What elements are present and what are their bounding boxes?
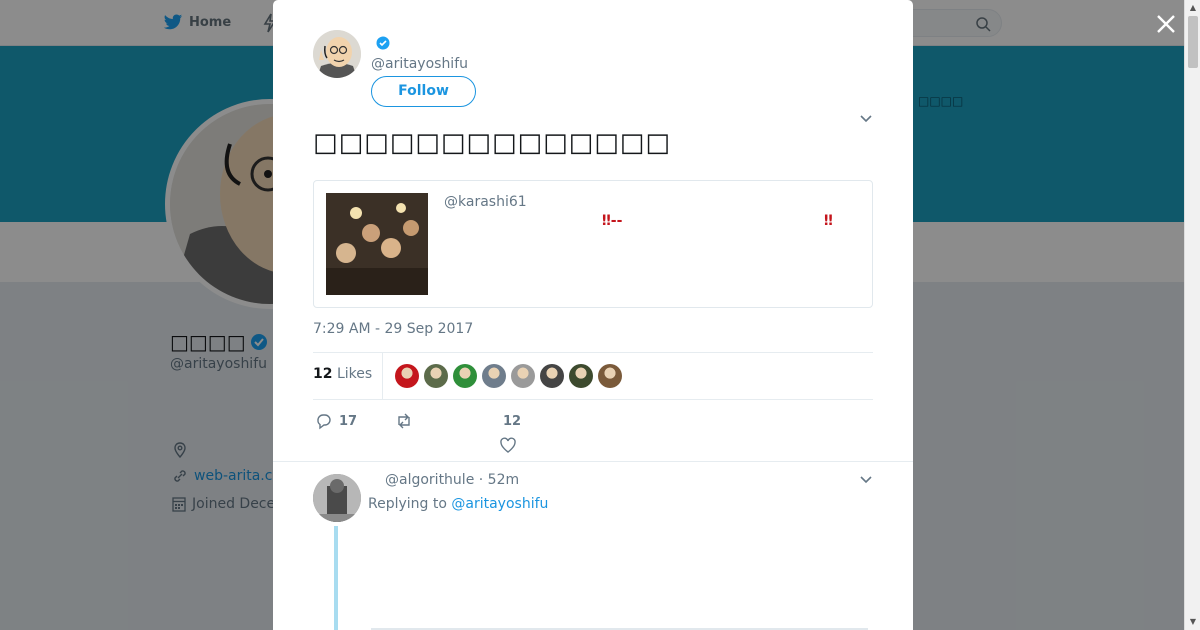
likes-count-number: 12 — [313, 366, 333, 382]
stats-divider — [382, 353, 383, 399]
reply-count: 17 — [339, 413, 358, 429]
likes-label: Likes — [336, 366, 373, 382]
scrollbar-thumb[interactable] — [1188, 16, 1198, 68]
chevron-down-icon[interactable] — [859, 112, 873, 126]
retweet-button[interactable] — [395, 412, 419, 430]
page-scrollbar[interactable]: ▲ ▼ — [1184, 0, 1200, 630]
quoted-tweet-card[interactable]: @karashi61 ‼-- ‼ — [313, 180, 873, 308]
reply-author-photo-icon — [313, 474, 361, 522]
tweet-actions: 17 12 — [313, 410, 873, 454]
likers-avatars — [395, 364, 622, 388]
reply-author-avatar[interactable] — [313, 474, 361, 522]
liker-avatar[interactable] — [598, 364, 622, 388]
quoted-tweet-text: ‼-- — [602, 213, 622, 229]
like-count: 12 — [503, 414, 522, 429]
reply-button[interactable]: 17 — [315, 412, 357, 430]
liker-avatar[interactable] — [511, 364, 535, 388]
close-modal-button[interactable] — [1154, 12, 1178, 36]
tweet-text: □□□□□□□□□□□□□□ — [313, 128, 671, 158]
reply-handle[interactable]: @algorithule — [385, 472, 474, 488]
like-button[interactable] — [499, 436, 517, 458]
liker-avatar[interactable] — [453, 364, 477, 388]
scroll-down-arrow-icon[interactable]: ▼ — [1188, 617, 1198, 627]
quoted-tweet-photo[interactable] — [326, 193, 428, 295]
reply-meta: @algorithule · 52m — [385, 472, 520, 488]
reply-icon — [317, 414, 331, 430]
tweet-timestamp[interactable]: 7:29 AM - 29 Sep 2017 — [313, 321, 473, 337]
replying-to-label: Replying to — [368, 496, 447, 512]
heart-icon — [500, 437, 516, 453]
liker-avatar[interactable] — [395, 364, 419, 388]
replying-to: Replying to @aritayoshifu — [368, 496, 548, 512]
close-icon — [1157, 15, 1175, 33]
chevron-down-icon[interactable] — [859, 473, 873, 487]
quoted-tweet-handle[interactable]: @karashi61 — [444, 194, 527, 210]
liker-avatar[interactable] — [482, 364, 506, 388]
retweet-icon — [398, 413, 410, 429]
reply-time[interactable]: 52m — [488, 472, 519, 488]
verified-badge-icon — [376, 36, 390, 50]
author-caricature-icon — [313, 30, 361, 78]
quoted-tweet-trailing: ‼ — [824, 213, 833, 229]
group-photo-icon — [326, 193, 428, 295]
follow-button[interactable]: Follow — [371, 76, 476, 107]
liker-avatar[interactable] — [540, 364, 564, 388]
replying-to-handle[interactable]: @aritayoshifu — [451, 496, 548, 512]
scroll-up-arrow-icon[interactable]: ▲ — [1188, 3, 1198, 13]
thread-line — [334, 526, 338, 630]
likes-count[interactable]: 12 Likes — [313, 366, 372, 382]
quoted-tweet-text-content: ‼-- — [602, 213, 623, 229]
tweet-stats: 12 Likes — [313, 352, 873, 400]
tweet-modal: @aritayoshifu Follow □□□□□□□□□□□□□□ @kar… — [273, 0, 913, 630]
thread-separator — [273, 461, 913, 462]
author-avatar[interactable] — [313, 30, 361, 78]
liker-avatar[interactable] — [424, 364, 448, 388]
liker-avatar[interactable] — [569, 364, 593, 388]
author-handle[interactable]: @aritayoshifu — [371, 56, 468, 72]
